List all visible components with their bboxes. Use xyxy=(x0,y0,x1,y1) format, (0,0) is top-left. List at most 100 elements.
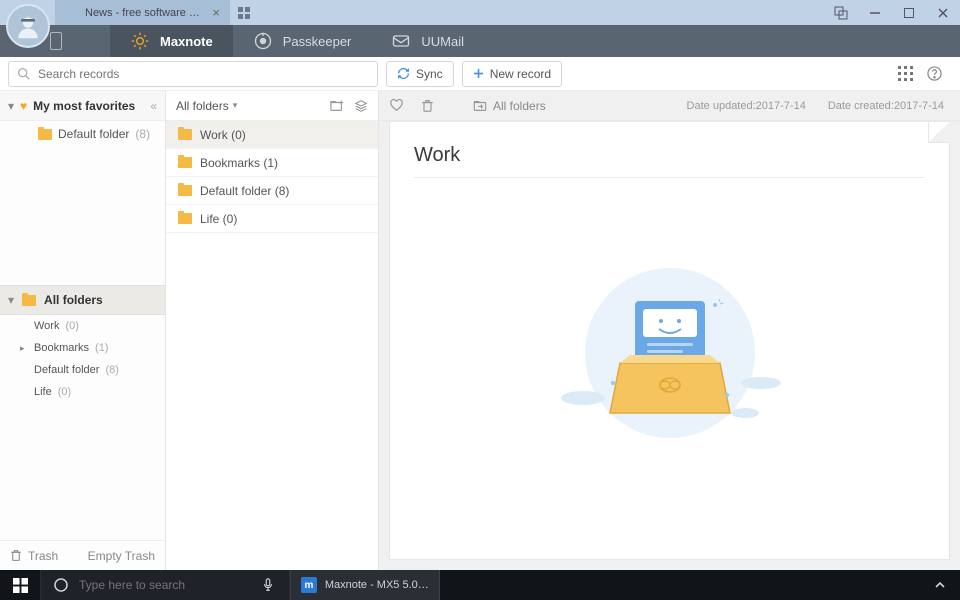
folder-list-item[interactable]: Default folder (8) xyxy=(166,177,378,205)
sync-button[interactable]: Sync xyxy=(386,61,454,87)
window-titlebar: News - free software downl... × xyxy=(0,0,960,25)
toolbar: Sync New record xyxy=(0,57,960,91)
browser-tab[interactable]: News - free software downl... × xyxy=(55,0,230,25)
sync-icon xyxy=(397,67,410,80)
caret-down-icon[interactable]: ▾ xyxy=(233,100,238,111)
new-tab-button[interactable] xyxy=(230,0,258,25)
nav-uumail[interactable]: UUMail xyxy=(371,25,484,57)
subitem-label: Work xyxy=(34,320,59,332)
subitem-count: (1) xyxy=(95,342,108,354)
new-record-button[interactable]: New record xyxy=(462,61,562,87)
content-column: All folders Date updated:2017-7-14 Date … xyxy=(379,91,960,570)
trash-label: Trash xyxy=(28,549,58,563)
content-dates: Date updated:2017-7-14 Date created:2017… xyxy=(687,100,944,112)
start-button[interactable] xyxy=(0,570,40,600)
sidebar-subitem[interactable]: Default folder (8) xyxy=(0,359,165,381)
apps-grid-icon[interactable] xyxy=(898,66,913,81)
taskbar-app-label: Maxnote - MX5 5.0.... xyxy=(325,579,429,591)
help-icon[interactable] xyxy=(927,66,942,81)
all-folders-label: All folders xyxy=(44,293,103,307)
maxnote-icon xyxy=(130,31,150,51)
folder-label: Default folder xyxy=(58,127,129,141)
folder-icon xyxy=(178,185,192,196)
uumail-icon xyxy=(391,31,411,51)
folder-list-column: All folders ▾ Work (0)Bookmarks (1) Defau… xyxy=(166,91,379,570)
folder-icon xyxy=(178,157,192,168)
favorite-default-folder[interactable]: Default folder (8) xyxy=(0,121,165,147)
caret-right-icon: ▸ xyxy=(20,343,28,354)
stack-icon[interactable] xyxy=(354,99,368,113)
folder-icon xyxy=(22,295,36,306)
page-curl xyxy=(928,121,950,143)
date-updated: Date updated:2017-7-14 xyxy=(687,100,806,112)
nav-uumail-label: UUMail xyxy=(421,34,464,49)
trash-icon xyxy=(10,549,22,562)
all-folders-header[interactable]: ▾ All folders xyxy=(0,285,165,315)
subitem-count: (0) xyxy=(65,320,78,332)
breadcrumb-label: All folders xyxy=(493,99,546,113)
taskbar-app-maxnote[interactable]: m Maxnote - MX5 5.0.... xyxy=(290,570,440,600)
snap-icon[interactable] xyxy=(824,0,858,25)
subitem-label: Default folder xyxy=(34,364,99,376)
document-pane: Work xyxy=(389,121,950,560)
app-navbar: Maxnote Passkeeper UUMail xyxy=(0,25,960,57)
caret-down-icon: ▾ xyxy=(8,99,14,113)
caret-down-icon: ▾ xyxy=(8,293,14,307)
trash-button[interactable]: Trash xyxy=(10,549,58,563)
cortana-icon xyxy=(53,577,69,593)
favorites-label: My most favorites xyxy=(33,99,144,113)
toolbar-right xyxy=(898,66,952,81)
subitem-label: Life xyxy=(34,386,52,398)
taskbar-app-icon: m xyxy=(301,577,317,593)
content-header: All folders Date updated:2017-7-14 Date … xyxy=(379,91,960,121)
folder-list-item[interactable]: Work (0) xyxy=(166,121,378,149)
folder-list-item[interactable]: Life (0) xyxy=(166,205,378,233)
main-area: ▾ ♥ My most favorites « Default folder (… xyxy=(0,91,960,570)
passkeeper-icon xyxy=(253,31,273,51)
tab-close-icon[interactable]: × xyxy=(212,5,220,20)
folder-list-item-label: Default folder (8) xyxy=(200,184,289,198)
new-record-label: New record xyxy=(490,67,551,81)
folder-icon xyxy=(178,129,192,140)
window-controls xyxy=(824,0,960,25)
sidebar-left: ▾ ♥ My most favorites « Default folder (… xyxy=(0,91,166,570)
collapse-icon[interactable]: « xyxy=(150,99,157,113)
nav-passkeeper-label: Passkeeper xyxy=(283,34,352,49)
sidebar-subitem[interactable]: Work (0) xyxy=(0,315,165,337)
subitem-label: Bookmarks xyxy=(34,342,89,354)
folder-icon xyxy=(38,129,52,140)
nav-maxnote[interactable]: Maxnote xyxy=(110,25,233,57)
folder-count: (8) xyxy=(135,127,150,141)
tab-favicon xyxy=(65,7,77,19)
folder-move-icon xyxy=(473,99,487,113)
document-title: Work xyxy=(414,144,925,178)
empty-trash-button[interactable]: Empty Trash xyxy=(88,549,155,563)
folder-list-item[interactable]: Bookmarks (1) xyxy=(166,149,378,177)
maximize-icon[interactable] xyxy=(892,0,926,25)
windows-taskbar: m Maxnote - MX5 5.0.... xyxy=(0,570,960,600)
taskbar-search-input[interactable] xyxy=(79,578,249,592)
favorites-header[interactable]: ▾ ♥ My most favorites « xyxy=(0,91,165,121)
taskbar-search[interactable] xyxy=(40,570,290,600)
taskbar-tray-chevron[interactable] xyxy=(920,570,960,600)
sidebar-footer: Trash Empty Trash xyxy=(0,540,165,570)
date-created: Date created:2017-7-14 xyxy=(828,100,944,112)
search-input[interactable] xyxy=(38,67,369,81)
search-icon xyxy=(17,67,30,80)
delete-icon[interactable] xyxy=(421,99,439,113)
avatar[interactable] xyxy=(6,4,50,48)
sidebar-subitem[interactable]: ▸ Bookmarks (1) xyxy=(0,337,165,359)
folder-list-header-label[interactable]: All folders xyxy=(176,99,229,113)
nav-passkeeper[interactable]: Passkeeper xyxy=(233,25,372,57)
search-box[interactable] xyxy=(8,61,378,87)
minimize-icon[interactable] xyxy=(858,0,892,25)
close-icon[interactable] xyxy=(926,0,960,25)
new-folder-icon[interactable] xyxy=(330,99,344,113)
sidebar-subitem[interactable]: Life (0) xyxy=(0,381,165,403)
plus-icon xyxy=(473,68,484,79)
breadcrumb-all-folders[interactable]: All folders xyxy=(473,99,546,113)
nav-maxnote-label: Maxnote xyxy=(160,34,213,49)
subitem-count: (0) xyxy=(58,386,71,398)
microphone-icon[interactable] xyxy=(259,578,277,592)
favorite-heart-icon[interactable] xyxy=(389,98,407,113)
